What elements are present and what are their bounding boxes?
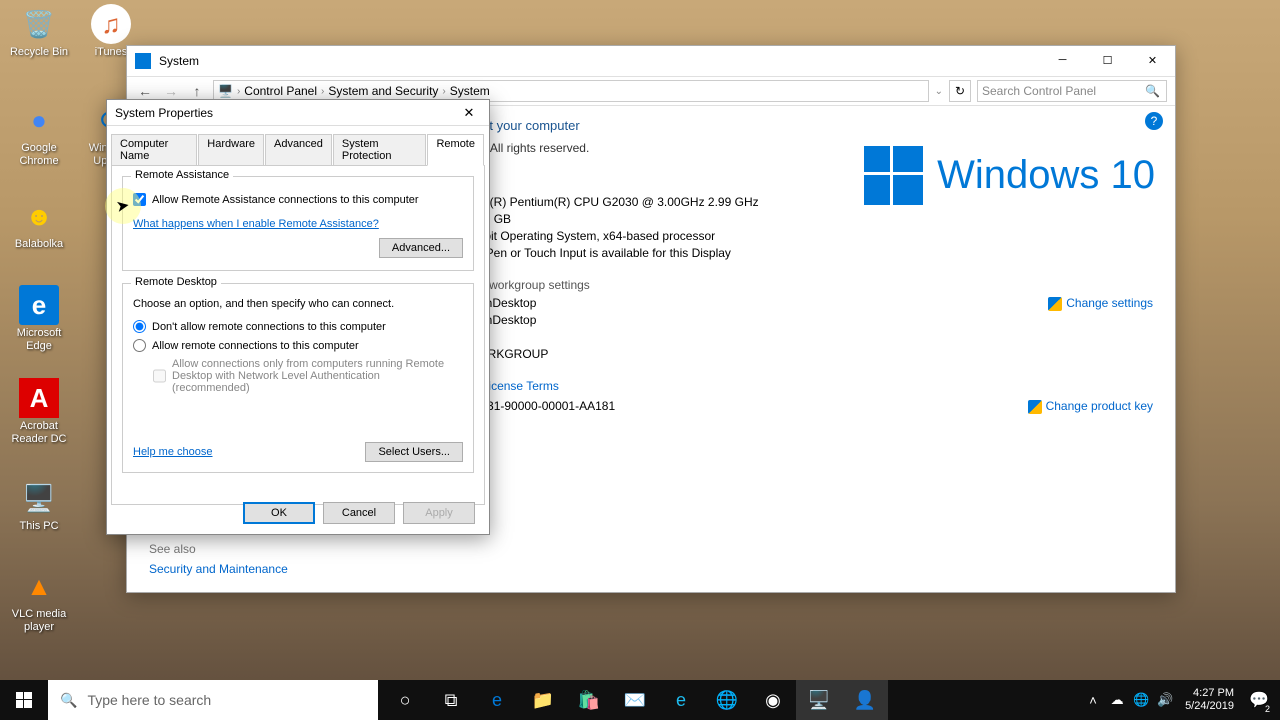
dialog-close-button[interactable]: ✕ [449,100,489,126]
security-maintenance-link[interactable]: Security and Maintenance [149,562,288,576]
see-also-heading: See also [149,542,288,556]
rd-instruction: Choose an option, and then specify who c… [133,298,463,310]
breadcrumb-item[interactable]: Control Panel [244,84,317,98]
help-icon[interactable]: ? [1145,112,1163,130]
cortana-icon[interactable]: ○ [382,680,428,720]
apply-button[interactable]: Apply [403,502,475,524]
taskbar-clock[interactable]: 4:27 PM 5/24/2019 [1177,687,1242,713]
taskbar-edge-icon[interactable]: e [474,680,520,720]
taskbar: 🔍Type here to search ○ ⧉ e 📁 🛍️ ✉️ e 🌐 ◉… [0,680,1280,720]
tab-strip: Computer Name Hardware Advanced System P… [107,132,489,165]
nav-up-button[interactable]: ↑ [187,81,207,101]
desktop-icon-chrome[interactable]: ●Google Chrome [4,100,74,168]
ra-help-link[interactable]: What happens when I enable Remote Assist… [133,218,379,230]
shield-icon [1048,297,1062,311]
taskbar-app-icon[interactable]: 🌐 [704,680,750,720]
windows-logo: Windows 10 [864,146,1155,205]
pc-icon: 🖥️ [218,84,233,98]
select-users-button[interactable]: Select Users... [365,442,463,462]
tray-network-icon[interactable]: 🌐 [1129,680,1153,720]
spec-processor: Intel(R) Pentium(R) CPU G2030 @ 3.00GHz … [467,195,759,209]
tab-computer-name[interactable]: Computer Name [111,134,197,165]
ra-legend: Remote Assistance [131,169,233,181]
breadcrumb-item[interactable]: System [450,84,490,98]
start-button[interactable] [0,680,48,720]
minimize-button[interactable]: ─ [1040,46,1085,74]
search-icon: 🔍 [1145,84,1160,98]
spec-pen: No Pen or Touch Input is available for t… [467,246,731,260]
system-icon [135,53,151,69]
desktop-icon-recycle[interactable]: 🗑️Recycle Bin [4,4,74,59]
taskbar-app2-icon[interactable]: 👤 [842,680,888,720]
change-settings-link[interactable]: Change settings [1048,296,1153,311]
system-title: System [159,54,199,68]
taskbar-store-icon[interactable]: 🛍️ [566,680,612,720]
maximize-button[interactable]: ☐ [1085,46,1130,74]
desktop-icon-balabolka[interactable]: ☻Balabolka [4,196,74,251]
cancel-button[interactable]: Cancel [323,502,395,524]
shield-icon [1028,400,1042,414]
taskbar-search[interactable]: 🔍Type here to search [48,680,378,720]
breadcrumb-item[interactable]: System and Security [328,84,438,98]
nav-forward-button[interactable]: → [161,81,181,101]
tab-advanced[interactable]: Advanced [265,134,332,165]
desktop-icon-acrobat[interactable]: AAcrobat Reader DC [4,378,74,446]
rd-legend: Remote Desktop [131,276,221,288]
ok-button[interactable]: OK [243,502,315,524]
radio-dont-allow[interactable]: Don't allow remote connections to this c… [133,320,463,333]
ra-advanced-button[interactable]: Advanced... [379,238,463,258]
allow-remote-assistance-checkbox[interactable]: Allow Remote Assistance connections to t… [133,193,463,206]
desktop-icon-vlc[interactable]: ▲VLC media player [4,566,74,634]
tray-chevron-icon[interactable]: ˄ [1081,680,1105,720]
tab-remote[interactable]: Remote [427,134,484,166]
nav-back-button[interactable]: ← [135,81,155,101]
remote-desktop-group: Remote Desktop Choose an option, and the… [122,283,474,473]
remote-assistance-group: Remote Assistance Allow Remote Assistanc… [122,176,474,271]
desktop-icon-thispc[interactable]: 🖥️This PC [4,478,74,533]
close-button[interactable]: ✕ [1130,46,1175,74]
search-icon: 🔍 [60,692,77,709]
taskbar-mail-icon[interactable]: ✉️ [612,680,658,720]
spec-systype: 64-bit Operating System, x64-based proce… [467,229,715,243]
radio-allow[interactable]: Allow remote connections to this compute… [133,339,463,352]
taskbar-explorer-icon[interactable]: 📁 [520,680,566,720]
change-product-key-link[interactable]: Change product key [1028,399,1153,414]
refresh-button[interactable]: ↻ [949,80,971,102]
desktop-icon-edge[interactable]: eMicrosoft Edge [4,285,74,353]
tab-hardware[interactable]: Hardware [198,134,264,165]
task-view-icon[interactable]: ⧉ [428,680,474,720]
search-input[interactable]: Search Control Panel🔍 [977,80,1167,102]
taskbar-controlpanel-icon[interactable]: 🖥️ [796,680,842,720]
system-properties-dialog: System Properties ✕ Computer Name Hardwa… [106,99,490,535]
help-me-choose-link[interactable]: Help me choose [133,446,213,458]
tray-onedrive-icon[interactable]: ☁ [1105,680,1129,720]
dialog-titlebar[interactable]: System Properties [107,100,489,126]
tab-system-protection[interactable]: System Protection [333,134,427,165]
action-center-icon[interactable]: 💬2 [1242,680,1276,720]
taskbar-ie-icon[interactable]: e [658,680,704,720]
system-titlebar[interactable]: System [127,46,1175,76]
taskbar-chrome-icon[interactable]: ◉ [750,680,796,720]
nla-checkbox: Allow connections only from computers ru… [153,358,463,394]
tray-volume-icon[interactable]: 🔊 [1153,680,1177,720]
